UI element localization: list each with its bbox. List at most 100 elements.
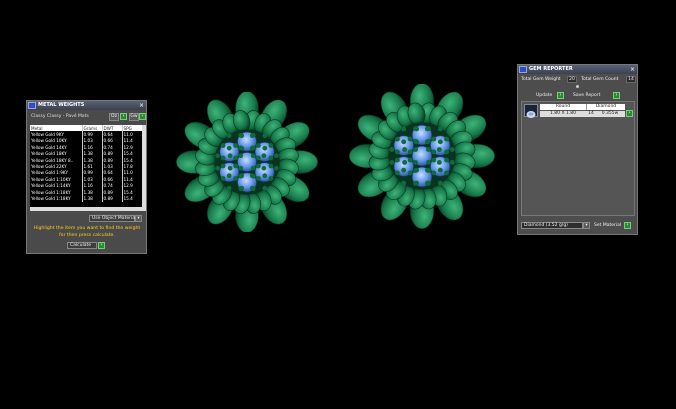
metal-table-body: Yellow Gold 9KY 0.99 0.64 11.0 Yellow Gold 1… <box>30 131 142 202</box>
prong <box>215 153 221 159</box>
total-gem-count-label: Total Gem Count <box>581 77 619 82</box>
prong <box>431 170 437 176</box>
table-row[interactable]: Yellow Gold 18KY 8.. 1.38 0.89 15.4 <box>30 156 142 164</box>
gem-list[interactable]: Round Diamond 1.80 X 1.80 14 0.355w › <box>521 101 635 216</box>
oz-toggle-button[interactable]: › <box>120 113 127 120</box>
prong <box>256 143 261 148</box>
prong <box>249 185 255 191</box>
prong <box>402 159 408 165</box>
metal-weights-title: METAL WEIGHTS <box>38 102 85 108</box>
set-material-label: Set Material <box>594 223 622 228</box>
prong <box>401 180 407 186</box>
prong <box>444 170 450 176</box>
update-button[interactable]: › <box>557 92 564 99</box>
prong <box>394 157 400 163</box>
gem-row-button[interactable]: › <box>626 110 633 117</box>
gem-thumbnail[interactable] <box>524 104 538 118</box>
prong <box>239 173 245 179</box>
prong <box>407 170 413 176</box>
table-row[interactable]: Yellow Gold 1:18KY 1.38 0.89 15.4 <box>30 188 142 196</box>
total-gem-weight-field: 20 <box>567 76 577 83</box>
gem-reporter-panel: GEM REPORTER × Total Gem Weight 20 Total… <box>517 64 638 235</box>
gem-col-round[interactable]: Round <box>540 104 587 110</box>
gem-material-dropdown[interactable]: Diamond (3.52 g/g) <box>521 222 583 229</box>
prong <box>425 139 430 145</box>
close-icon[interactable]: × <box>139 101 144 110</box>
metal-name: Yellow Gold 1:18KY <box>30 195 83 202</box>
set-material-button[interactable]: › <box>624 222 631 229</box>
gem-count: 14 <box>588 111 594 116</box>
material-selector[interactable]: Use Object Materials <box>89 215 139 222</box>
prong <box>414 126 419 132</box>
prong <box>401 126 407 132</box>
prong <box>233 143 238 148</box>
app-icon <box>28 102 36 109</box>
gem-reporter-title-bar[interactable]: GEM REPORTER × <box>518 65 637 74</box>
total-gem-count-field: 14 <box>626 76 636 83</box>
prong <box>431 136 437 142</box>
prong <box>233 163 238 169</box>
vertical-scrollbar[interactable] <box>142 125 146 207</box>
chevron-down-icon[interactable]: ▾ <box>135 215 142 222</box>
prong <box>407 157 413 163</box>
prong <box>389 147 395 153</box>
prong <box>262 145 268 151</box>
table-row[interactable]: Yellow Gold 1:14KY 1.16 0.74 12.9 <box>30 182 142 189</box>
prong <box>249 145 255 151</box>
divider-handle-icon[interactable] <box>576 85 579 88</box>
calculate-go-button[interactable]: › <box>98 242 105 249</box>
prong <box>414 180 419 186</box>
prong <box>437 126 443 132</box>
table-row[interactable]: Yellow Gold 22KY 1.61 1.03 17.8 <box>30 163 142 170</box>
gem-size: 1.80 X 1.80 <box>550 111 576 116</box>
table-row[interactable]: Yellow Gold 1:9KY 0.99 0.64 11.0 <box>30 169 142 177</box>
table-row[interactable]: Yellow Gold 1:18KY 1.38 0.89 15.4 <box>30 195 142 202</box>
metal-weights-panel: METAL WEIGHTS × Classy Classy - Pavé Mat… <box>26 100 147 254</box>
prong <box>226 133 232 139</box>
calculate-button[interactable]: Calculate <box>67 242 97 249</box>
gw-toggle-button[interactable]: › <box>139 113 146 120</box>
prong <box>273 165 279 171</box>
prong <box>444 149 450 155</box>
prong <box>256 155 261 161</box>
metal-weights-title-bar[interactable]: METAL WEIGHTS × <box>27 101 146 110</box>
prong <box>249 133 255 139</box>
prong <box>239 145 245 151</box>
close-icon[interactable]: × <box>630 65 635 74</box>
prong <box>425 147 431 153</box>
table-row[interactable]: Yellow Gold 14KY 1.16 0.74 12.9 <box>30 144 142 151</box>
table-row[interactable]: Yellow Gold 1:10KY 1.03 0.66 11.4 <box>30 176 142 183</box>
total-gem-weight-label: Total Gem Weight <box>521 77 561 82</box>
gem-reporter-title: GEM REPORTER <box>529 66 573 72</box>
prong <box>268 163 274 169</box>
oz-button[interactable]: Oz <box>109 113 119 121</box>
flower-earring-left[interactable] <box>170 92 325 232</box>
table-row[interactable]: Yellow Gold 10KY 1.03 0.66 11.4 <box>30 137 142 145</box>
spg-value: 15.4 <box>122 195 142 202</box>
table-row[interactable]: Yellow Gold 18KY 1.38 0.89 15.4 <box>30 150 142 157</box>
gw-button[interactable]: Gw <box>129 113 139 121</box>
prong <box>262 133 268 139</box>
chevron-down-icon[interactable]: ▾ <box>583 222 590 229</box>
gem-row[interactable]: 1.80 X 1.80 14 0.355w <box>540 111 625 117</box>
horizontal-scrollbar[interactable] <box>30 207 146 211</box>
prong <box>261 153 267 159</box>
gem-col-diamond[interactable]: Diamond <box>587 104 625 110</box>
prong <box>437 167 443 173</box>
flower-earring-right[interactable] <box>345 84 500 229</box>
prong <box>414 167 419 173</box>
prong <box>414 139 419 145</box>
save-report-button[interactable]: › <box>613 92 620 99</box>
prong <box>413 147 419 153</box>
prong <box>220 163 226 169</box>
prong <box>233 176 238 181</box>
table-row[interactable]: Yellow Gold 9KY 0.99 0.64 11.0 <box>30 131 142 138</box>
prong <box>250 153 256 159</box>
prong <box>256 176 261 181</box>
dwt-value: 0.89 <box>102 195 123 202</box>
prong <box>261 165 267 171</box>
prong <box>227 165 233 171</box>
prong <box>238 165 244 171</box>
update-label: Update <box>536 93 553 98</box>
metal-table-wrap[interactable]: Metal Grams DWT SPG Yellow Gold 9KY 0.99 0… <box>30 125 142 207</box>
